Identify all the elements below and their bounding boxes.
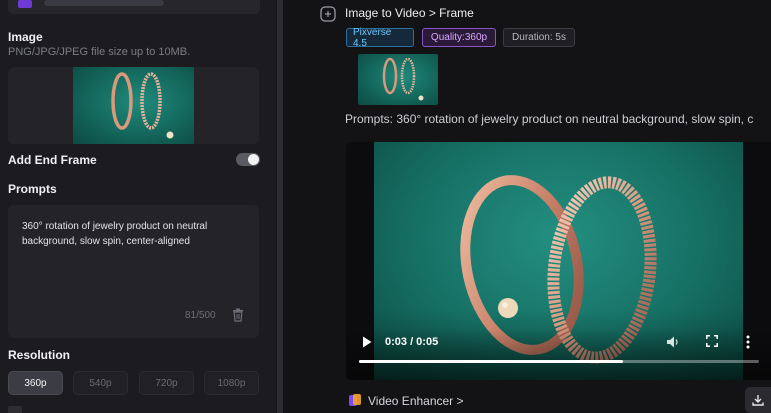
- more-options-icon[interactable]: [746, 335, 750, 349]
- resolution-540p-button[interactable]: 540p: [73, 371, 128, 395]
- rings-thumbnail-image: [382, 57, 424, 101]
- history-panel: Image to Video > Frame Pixverse 4.5 Qual…: [283, 0, 771, 413]
- prompts-summary: Prompts: 360° rotation of jewelry produc…: [345, 112, 754, 126]
- image-upload-box[interactable]: [8, 67, 259, 144]
- previous-section-card[interactable]: [8, 0, 260, 14]
- quality-tag: Quality:360p: [422, 28, 496, 47]
- play-icon[interactable]: [362, 336, 372, 348]
- model-icon: [18, 0, 32, 8]
- model-label-placeholder: [44, 0, 164, 6]
- history-item-title[interactable]: Image to Video > Frame: [345, 6, 474, 20]
- fullscreen-icon[interactable]: [706, 335, 718, 347]
- rings-image: [111, 72, 174, 139]
- left-panel: Image PNG/JPG/JPEG file size up to 10MB.…: [0, 0, 276, 413]
- download-button[interactable]: [745, 387, 771, 413]
- video-progress-fill: [359, 360, 623, 363]
- prompts-section-title: Prompts: [8, 182, 57, 196]
- resolution-section-title: Resolution: [8, 348, 70, 362]
- resolution-options: 360p 540p 720p 1080p: [8, 371, 260, 395]
- history-icon: [320, 6, 336, 22]
- resolution-720p-button[interactable]: 720p: [139, 371, 194, 395]
- download-icon: [752, 395, 764, 406]
- end-frame-label: Add End Frame: [8, 153, 97, 167]
- duration-tag: Duration: 5s: [503, 28, 575, 47]
- image-section-title: Image: [8, 30, 43, 44]
- resolution-360p-button[interactable]: 360p: [8, 371, 63, 395]
- prompt-textarea[interactable]: 360° rotation of jewelry product on neut…: [8, 205, 259, 338]
- model-tag: Pixverse 4.5: [346, 27, 414, 49]
- trash-icon[interactable]: [232, 308, 244, 322]
- image-file-hint: PNG/JPG/JPEG file size up to 10MB.: [8, 46, 191, 58]
- video-player[interactable]: 0:03 / 0:05: [346, 142, 771, 380]
- video-enhancer-link[interactable]: Video Enhancer >: [368, 394, 464, 408]
- character-counter: 81/500: [185, 310, 216, 321]
- enhancer-icon: [349, 394, 361, 406]
- volume-icon[interactable]: [666, 335, 680, 349]
- prompt-text[interactable]: 360° rotation of jewelry product on neut…: [22, 219, 242, 249]
- end-frame-toggle[interactable]: [236, 153, 260, 166]
- resolution-1080p-button[interactable]: 1080p: [204, 371, 259, 395]
- source-image-thumbnail[interactable]: [358, 54, 438, 105]
- uploaded-image-thumbnail: [73, 67, 194, 144]
- next-section-hint: [8, 406, 22, 413]
- video-time: 0:03 / 0:05: [385, 336, 439, 348]
- toggle-knob: [248, 154, 259, 165]
- video-progress-bar[interactable]: [359, 360, 759, 363]
